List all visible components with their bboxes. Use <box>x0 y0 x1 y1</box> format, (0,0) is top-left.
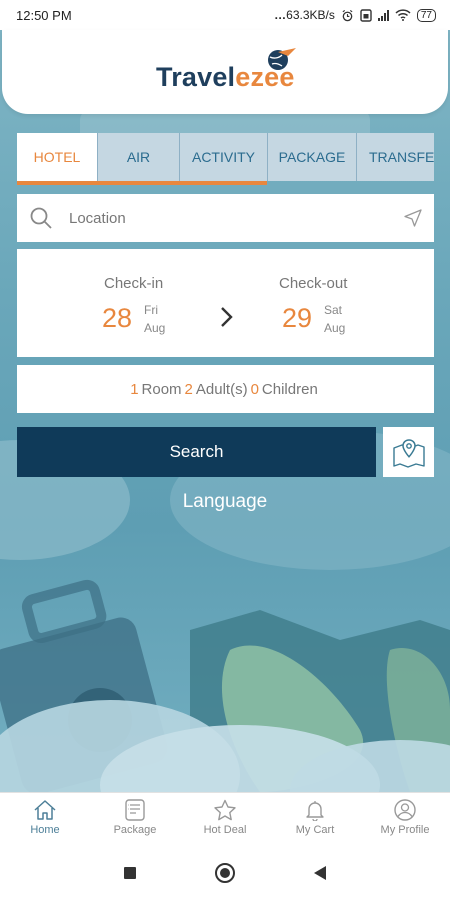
status-bar: 12:50 PM …63.3KB/s 77 <box>0 0 450 30</box>
network-speed: …63.3KB/s <box>274 8 335 22</box>
nav-hot-deal[interactable]: Hot Deal <box>180 793 270 846</box>
chevron-right-icon <box>221 307 233 327</box>
tab-activity[interactable]: ACTIVITY <box>180 133 268 181</box>
wifi-icon <box>395 9 411 21</box>
children-label: Children <box>261 380 318 398</box>
adult-count: 2 <box>184 380 193 398</box>
tab-package[interactable]: PACKAGE <box>268 133 357 181</box>
checkout-month: Aug <box>324 321 346 335</box>
booking-tabs: HOTEL AIR ACTIVITY PACKAGE TRANSFE <box>17 133 434 185</box>
brand-logo: Travelezee <box>156 62 295 92</box>
location-placeholder: Location <box>69 209 126 227</box>
map-pin-icon <box>392 439 425 468</box>
search-icon <box>30 207 52 229</box>
guest-selector[interactable]: 1 Room 2 Adult(s) 0 Children <box>17 365 434 413</box>
date-selector: Check-in 28 Fri Aug Check-out 29 Sat Aug <box>17 249 434 357</box>
status-icons: …63.3KB/s 77 <box>274 8 436 22</box>
signal-icon <box>377 9 389 21</box>
system-navigation <box>0 846 450 900</box>
tab-transfer[interactable]: TRANSFE <box>357 133 434 181</box>
bell-icon <box>306 801 324 821</box>
nav-home[interactable]: Home <box>0 793 90 846</box>
battery-icon: 77 <box>416 8 436 22</box>
status-time: 12:50 PM <box>16 7 72 23</box>
checkout-label: Check-out <box>279 275 348 292</box>
star-icon <box>214 799 236 821</box>
language-selector[interactable]: Language <box>0 491 450 513</box>
home-system-button[interactable] <box>215 863 235 883</box>
room-count: 1 <box>130 380 139 398</box>
search-button[interactable]: Search <box>17 427 376 477</box>
checkin-month: Aug <box>144 321 166 335</box>
tab-underline <box>17 181 267 185</box>
alarm-icon <box>342 9 353 21</box>
recents-button[interactable] <box>124 867 136 879</box>
home-icon <box>34 800 56 820</box>
app-header: Travelezee <box>2 30 448 114</box>
nav-package[interactable]: Package <box>90 793 180 846</box>
children-count: 0 <box>250 380 259 398</box>
room-label: Room <box>141 380 182 398</box>
bottom-navigation: Home Package Hot Deal My Cart My Profile <box>0 792 450 846</box>
nav-my-profile[interactable]: My Profile <box>360 793 450 846</box>
map-button[interactable] <box>383 427 434 477</box>
checkout-day: 29 <box>282 303 313 333</box>
checkin-weekday: Fri <box>144 303 158 317</box>
checkout-weekday: Sat <box>324 303 343 317</box>
sim-icon <box>360 8 372 22</box>
adult-label: Adult(s) <box>195 380 248 398</box>
profile-icon <box>394 799 416 821</box>
package-icon <box>125 799 145 821</box>
back-button[interactable] <box>313 865 327 881</box>
tab-air[interactable]: AIR <box>98 133 180 181</box>
navigation-arrow-icon[interactable] <box>404 209 422 227</box>
tab-hotel[interactable]: HOTEL <box>17 133 98 181</box>
checkin-day: 28 <box>102 303 133 333</box>
nav-my-cart[interactable]: My Cart <box>270 793 360 846</box>
checkin-label: Check-in <box>104 275 164 292</box>
location-field[interactable]: Location <box>17 194 434 242</box>
